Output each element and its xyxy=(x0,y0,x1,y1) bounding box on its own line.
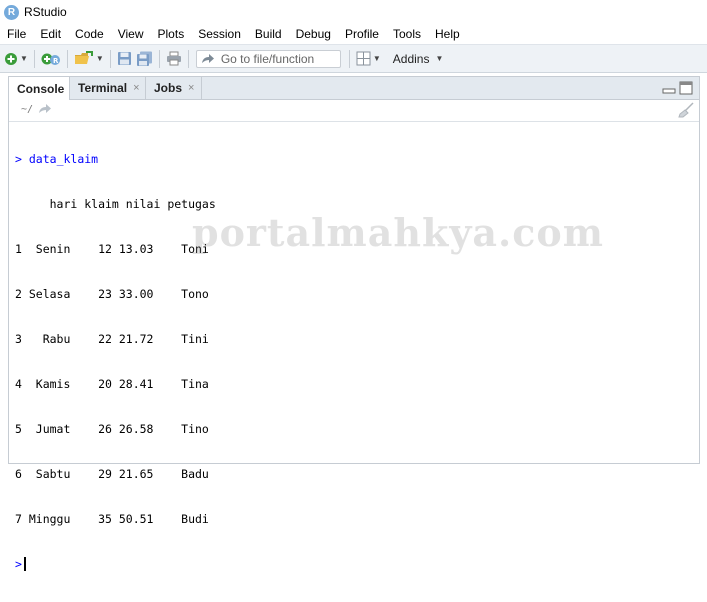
go-to-arrow-icon xyxy=(201,53,214,63)
watermark: portalmahkya.com xyxy=(192,210,604,255)
menu-debug[interactable]: Debug xyxy=(289,27,338,41)
main-toolbar: ▼ R ▼ Go to file/function ▼ Addins ▼ xyxy=(0,44,707,73)
chevron-down-icon: ▼ xyxy=(95,54,104,63)
save-all-icon xyxy=(136,51,152,66)
text-cursor xyxy=(23,557,26,571)
maximize-pane-button[interactable] xyxy=(679,81,693,98)
tab-label: Terminal xyxy=(78,81,128,95)
save-icon xyxy=(117,52,131,65)
console-prompt: > xyxy=(15,152,22,166)
table-row: 7 Minggu 35 50.51 Budi xyxy=(15,512,209,526)
table-row: 5 Jumat 26 26.58 Tino xyxy=(15,422,209,436)
table-row: 4 Kamis 20 28.41 Tina xyxy=(15,377,209,391)
addins-label: Addins xyxy=(392,51,430,66)
window-title: RStudio xyxy=(24,5,67,19)
new-project-button[interactable]: R xyxy=(41,49,61,69)
print-button[interactable] xyxy=(166,49,182,69)
tab-console[interactable]: Console xyxy=(9,77,70,100)
table-row: 2 Selasa 23 33.00 Tono xyxy=(15,287,209,301)
console-pane: Console Terminal × Jobs × ~/ > data_klai… xyxy=(8,76,700,571)
chevron-down-icon: ▼ xyxy=(20,54,28,63)
menu-file[interactable]: File xyxy=(0,27,33,41)
close-icon[interactable]: × xyxy=(188,82,194,94)
toolbar-divider xyxy=(187,49,189,68)
svg-text:R: R xyxy=(53,57,59,65)
printer-icon xyxy=(166,51,181,66)
menu-tools[interactable]: Tools xyxy=(386,27,428,41)
tab-jobs[interactable]: Jobs × xyxy=(146,77,202,99)
toolbar-divider xyxy=(348,49,350,68)
save-all-button[interactable] xyxy=(136,49,153,69)
console-command-line: > data_klaim xyxy=(15,152,695,167)
new-project-icon: R xyxy=(41,53,60,65)
clear-console-icon[interactable] xyxy=(677,102,695,118)
workspace-panes-button[interactable]: ▼ xyxy=(356,49,381,69)
grid-layout-icon xyxy=(356,51,371,66)
go-to-directory-icon[interactable] xyxy=(38,103,52,115)
pane-tab-strip: Console Terminal × Jobs × xyxy=(9,77,699,100)
tab-label: Console xyxy=(17,81,65,96)
go-to-file-function-input[interactable]: Go to file/function xyxy=(195,49,341,68)
go-to-placeholder: Go to file/function xyxy=(220,51,315,66)
tab-label: Jobs xyxy=(154,81,183,95)
menu-bar: File Edit Code View Plots Session Build … xyxy=(0,24,707,44)
table-row: 3 Rabu 22 21.72 Tini xyxy=(15,332,209,346)
chevron-down-icon: ▼ xyxy=(372,54,381,63)
minimize-pane-button[interactable] xyxy=(662,81,676,98)
menu-help[interactable]: Help xyxy=(428,27,467,41)
console-prompt: > xyxy=(15,557,22,571)
tab-terminal[interactable]: Terminal × xyxy=(70,77,146,99)
minimize-icon xyxy=(662,88,676,94)
title-bar: R RStudio xyxy=(0,0,707,24)
new-file-icon xyxy=(5,52,17,65)
console-subbar: ~/ xyxy=(9,100,699,122)
working-directory: ~/ xyxy=(21,104,34,115)
menu-edit[interactable]: Edit xyxy=(33,27,68,41)
maximize-icon xyxy=(679,81,693,95)
rstudio-logo-icon: R xyxy=(4,4,19,20)
close-icon[interactable]: × xyxy=(133,82,139,94)
table-row: 6 Sabtu 29 21.65 Badu xyxy=(15,467,209,481)
folder-open-icon xyxy=(74,51,93,64)
menu-session[interactable]: Session xyxy=(191,27,248,41)
menu-build[interactable]: Build xyxy=(248,27,289,41)
new-file-button[interactable]: ▼ xyxy=(4,49,28,69)
addins-button[interactable]: Addins ▼ xyxy=(389,49,444,69)
menu-view[interactable]: View xyxy=(111,27,151,41)
toolbar-divider xyxy=(66,49,68,68)
toolbar-divider xyxy=(33,49,35,68)
menu-code[interactable]: Code xyxy=(68,27,111,41)
console-output[interactable]: > data_klaim hari klaim nilai petugas 1 … xyxy=(15,122,695,602)
open-file-button[interactable]: ▼ xyxy=(74,49,104,69)
console-input-line[interactable]: > xyxy=(15,557,695,572)
console-command: data_klaim xyxy=(28,152,99,166)
save-button[interactable] xyxy=(117,49,132,69)
chevron-down-icon: ▼ xyxy=(435,54,444,63)
menu-profile[interactable]: Profile xyxy=(338,27,386,41)
toolbar-divider xyxy=(158,49,160,68)
toolbar-divider xyxy=(109,49,111,68)
menu-plots[interactable]: Plots xyxy=(151,27,192,41)
